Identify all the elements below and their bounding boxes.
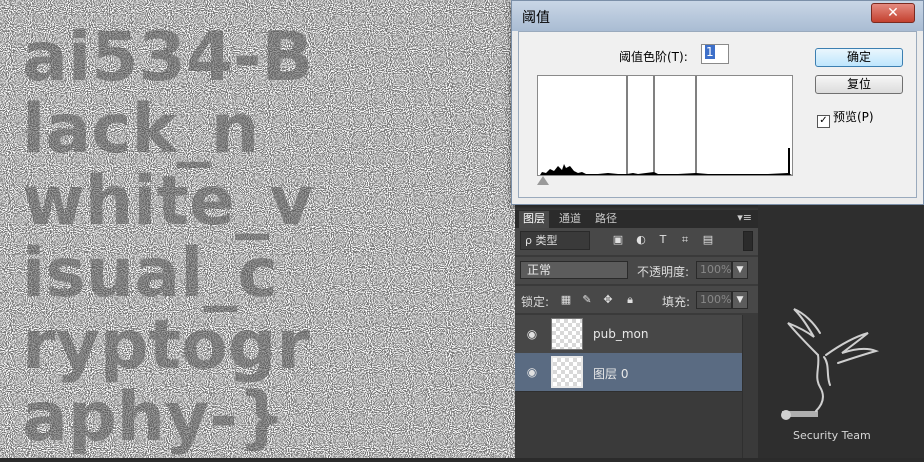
- canvas-image: ai534-Black_nwhite_visual_cryptography-}: [0, 0, 515, 458]
- canvas-text-line: white_v: [22, 162, 314, 241]
- blend-row: 正常 不透明度: 100% ▼: [515, 257, 758, 284]
- filter-row: ρ 类型 ▣ ◐ T ⌗ ▤: [515, 228, 758, 255]
- canvas-text-line: ai534-B: [22, 18, 313, 97]
- histogram-graph: [538, 76, 792, 175]
- ok-button[interactable]: 确定: [815, 48, 903, 67]
- dialog-title: 阈值: [522, 10, 550, 26]
- shape-filter-icon[interactable]: ⌗: [679, 234, 691, 246]
- layers-scrollbar[interactable]: [742, 315, 758, 458]
- watermark-area: Security Team: [758, 205, 924, 458]
- canvas-text-line: aphy-}: [22, 378, 286, 457]
- lock-transparency-icon[interactable]: ▦: [560, 294, 572, 306]
- close-icon: ✕: [887, 5, 899, 21]
- fill-input[interactable]: 100%: [696, 291, 732, 309]
- canvas-text-line: lack_n: [22, 90, 259, 169]
- layer-thumbnail: [551, 356, 583, 388]
- opacity-label: 不透明度:: [637, 265, 690, 279]
- lock-row: 锁定: ▦ ✎ ✥ 🔒︎ 填充: 100% ▼: [515, 286, 758, 313]
- layer-thumbnail: [551, 318, 583, 350]
- opacity-dropdown-icon[interactable]: ▼: [732, 261, 748, 279]
- layer-filter-select[interactable]: ρ 类型: [520, 231, 590, 250]
- blend-mode-select[interactable]: 正常: [520, 261, 628, 279]
- threshold-level-label: 阈值色阶(T):: [619, 50, 688, 64]
- canvas-text-line: ryptogr: [22, 306, 310, 385]
- dialog-body: 阈值色阶(T): 1 确定 复位 ✓ 预览(P): [518, 31, 917, 198]
- layer-row-pub-mon[interactable]: ◉ pub_mon: [515, 315, 742, 354]
- layer-row-layer-0[interactable]: ◉ 图层 0: [515, 353, 742, 392]
- lock-label: 锁定:: [521, 295, 550, 309]
- tab-layers[interactable]: 图层: [519, 211, 549, 228]
- image-filter-icon[interactable]: ▣: [612, 234, 624, 246]
- panel-menu-icon[interactable]: ▾≡: [737, 211, 752, 224]
- lock-pixels-icon[interactable]: ✎: [581, 294, 593, 306]
- dialog-titlebar[interactable]: 阈值 ✕: [512, 1, 923, 31]
- opacity-input[interactable]: 100%: [696, 261, 732, 279]
- fill-label: 填充:: [662, 295, 691, 309]
- close-button[interactable]: ✕: [871, 3, 915, 23]
- reset-button[interactable]: 复位: [815, 75, 903, 94]
- panel-tabs: 图层 通道 路径 ▾≡: [515, 210, 758, 228]
- layer-name: pub_mon: [593, 327, 649, 341]
- smart-object-filter-icon[interactable]: ▤: [702, 234, 714, 246]
- visibility-eye-icon[interactable]: ◉: [525, 327, 539, 341]
- preview-checkbox[interactable]: ✓ 预览(P): [817, 108, 874, 128]
- tab-paths[interactable]: 路径: [591, 211, 621, 228]
- dragon-logo: [781, 308, 880, 420]
- lock-position-icon[interactable]: ✥: [602, 294, 614, 306]
- image-canvas: ai534-B lack_n white_v isual_c ryptogr aphy-}: [0, 0, 515, 458]
- threshold-slider-handle[interactable]: [537, 176, 549, 185]
- layer-name: 图层 0: [593, 367, 629, 381]
- lock-all-icon[interactable]: 🔒︎: [624, 294, 636, 306]
- visibility-eye-icon[interactable]: ◉: [525, 365, 539, 379]
- tab-channels[interactable]: 通道: [555, 211, 585, 228]
- watermark-text: Security Team: [793, 429, 871, 442]
- checkmark-icon: ✓: [817, 115, 830, 128]
- type-filter-icon[interactable]: T: [657, 234, 669, 246]
- preview-label: 预览(P): [833, 110, 874, 124]
- layers-panel: 图层 通道 路径 ▾≡ ρ 类型 ▣ ◐ T ⌗ ▤ 正常 不透明度: 100%…: [515, 210, 758, 458]
- threshold-dialog: 阈值 ✕ 阈值色阶(T): 1 确定 复位 ✓ 预览(P): [511, 0, 924, 205]
- histogram: [537, 75, 793, 176]
- filter-toggle[interactable]: [743, 231, 753, 251]
- threshold-level-value: 1: [705, 45, 715, 59]
- adjustment-filter-icon[interactable]: ◐: [635, 234, 647, 246]
- threshold-level-input[interactable]: 1: [701, 44, 729, 64]
- fill-dropdown-icon[interactable]: ▼: [732, 291, 748, 309]
- canvas-text-line: isual_c: [22, 234, 278, 313]
